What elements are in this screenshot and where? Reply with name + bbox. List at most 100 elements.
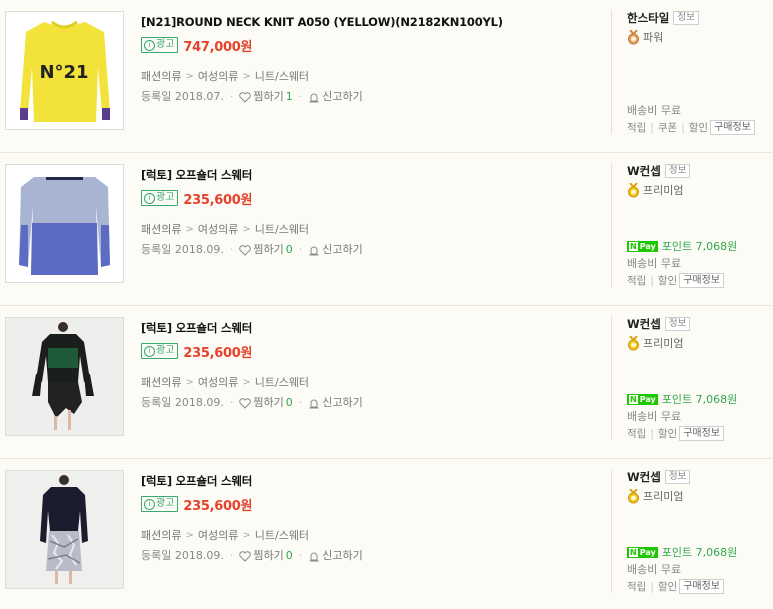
breadcrumb: 패션의류 > 여성의류 > 니트/스웨터 xyxy=(141,222,601,238)
product-meta: 등록일 2018.09. · 찜하기 0 · 신고하기 xyxy=(141,395,601,411)
category-link[interactable]: 여성의류 xyxy=(198,528,238,544)
benefits: 적립 | 할인 구매정보 xyxy=(627,273,725,288)
ad-badge[interactable]: i 광고 xyxy=(141,37,179,53)
separator-dot: · xyxy=(298,90,303,103)
heart-icon xyxy=(239,550,252,562)
category-link[interactable]: 니트/스웨터 xyxy=(255,69,309,85)
product-price: 235,600원 xyxy=(183,498,253,514)
breadcrumb: 패션의류 > 여성의류 > 니트/스웨터 xyxy=(141,528,601,544)
wish-button[interactable]: 찜하기 0 xyxy=(239,548,293,564)
separator-dot: · xyxy=(229,243,234,256)
seller-info-button[interactable]: 정보 xyxy=(664,164,691,178)
product-title[interactable]: [N21]ROUND NECK KNIT A050 (YELLOW)(N2182… xyxy=(141,14,601,30)
report-button[interactable]: 신고하기 xyxy=(308,242,363,258)
blue-sweater-image xyxy=(6,165,123,282)
shipping-info: 배송비 무료 xyxy=(627,104,682,117)
benefit-discount: 할인 xyxy=(688,122,709,134)
wish-button[interactable]: 찜하기 0 xyxy=(239,395,293,411)
product-info: [럭토] 오프숄더 스웨터 i 광고 235,600원 패션의류 > 여성의류 >… xyxy=(141,320,601,411)
category-link[interactable]: 니트/스웨터 xyxy=(255,375,309,391)
seller-panel: 한스타일 정보 파워 배송비 무료 적립 | 쿠폰 | 할인 구매정보 xyxy=(627,10,767,140)
seller-panel: W컨셉 정보 프리미엄 N Pay 포인트 7,068원 배송비 무료 적립 | … xyxy=(627,316,767,446)
shipping-info: 배송비 무료 xyxy=(627,257,682,270)
divider xyxy=(611,163,612,287)
category-link[interactable]: 여성의류 xyxy=(198,69,238,85)
product-thumbnail[interactable] xyxy=(5,470,124,589)
power-medal-icon xyxy=(628,29,639,44)
benefits: 적립 | 쿠폰 | 할인 구매정보 xyxy=(627,120,755,135)
product-thumbnail[interactable] xyxy=(5,164,124,283)
category-link[interactable]: 패션의류 xyxy=(141,375,181,391)
seller-info-button[interactable]: 정보 xyxy=(664,470,691,484)
category-link[interactable]: 여성의류 xyxy=(198,375,238,391)
product-thumbnail[interactable]: N°21 xyxy=(5,11,124,130)
category-link[interactable]: 니트/스웨터 xyxy=(255,222,309,238)
benefit-point: 적립 xyxy=(627,275,647,287)
npay-points: N Pay 포인트 7,068원 xyxy=(627,391,737,407)
category-link[interactable]: 패션의류 xyxy=(141,222,181,238)
siren-icon xyxy=(309,399,319,408)
product-title[interactable]: [럭토] 오프숄더 스웨터 xyxy=(141,167,601,183)
report-button[interactable]: 신고하기 xyxy=(308,548,363,564)
seller-info-button[interactable]: 정보 xyxy=(673,11,699,25)
product-price: 747,000원 xyxy=(183,39,253,55)
heart-icon xyxy=(239,91,252,103)
ad-badge[interactable]: i 광고 xyxy=(141,190,179,206)
report-button[interactable]: 신고하기 xyxy=(308,89,363,105)
seller-name[interactable]: W컨셉 xyxy=(627,469,661,485)
ad-badge[interactable]: i 광고 xyxy=(141,496,179,512)
purchase-info-button[interactable]: 구매정보 xyxy=(679,426,725,441)
seller-info-button[interactable]: 정보 xyxy=(664,317,691,331)
product-title[interactable]: [럭토] 오프숄더 스웨터 xyxy=(141,320,601,336)
benefits: 적립 | 할인 구매정보 xyxy=(627,426,725,441)
ad-badge[interactable]: i 광고 xyxy=(141,343,179,359)
separator-dot: · xyxy=(298,396,303,409)
product-item: N°21 [N21]ROUND NECK KNIT A050 (YELLOW)(… xyxy=(0,0,773,153)
registration-date: 등록일 2018.09. xyxy=(141,243,224,256)
category-link[interactable]: 패션의류 xyxy=(141,69,181,85)
seller-panel: W컨셉 정보 프리미엄 N Pay 포인트 7,068원 배송비 무료 적립 | … xyxy=(627,163,767,293)
info-icon: i xyxy=(144,498,155,510)
separator-dot: · xyxy=(229,90,234,103)
wish-button[interactable]: 찜하기 1 xyxy=(239,89,293,105)
seller-name[interactable]: W컨셉 xyxy=(627,316,661,332)
report-button[interactable]: 신고하기 xyxy=(308,395,363,411)
product-list: N°21 [N21]ROUND NECK KNIT A050 (YELLOW)(… xyxy=(0,0,773,609)
category-link[interactable]: 여성의류 xyxy=(198,222,238,238)
product-meta: 등록일 2018.07. · 찜하기 1 · 신고하기 xyxy=(141,89,601,105)
chevron-right-icon: > xyxy=(185,377,194,388)
npay-points: N Pay 포인트 7,068원 xyxy=(627,544,737,560)
product-title[interactable]: [럭토] 오프숄더 스웨터 xyxy=(141,473,601,489)
seller-name[interactable]: 한스타일 xyxy=(627,10,669,26)
info-icon: i xyxy=(144,345,155,357)
product-thumbnail[interactable] xyxy=(5,317,124,436)
seller-grade: 프리미엄 xyxy=(627,488,767,504)
product-info: [N21]ROUND NECK KNIT A050 (YELLOW)(N2182… xyxy=(141,14,601,105)
wish-button[interactable]: 찜하기 0 xyxy=(239,242,293,258)
product-item: [럭토] 오프숄더 스웨터 i 광고 235,600원 패션의류 > 여성의류 >… xyxy=(0,306,773,459)
product-price: 235,600원 xyxy=(183,345,253,361)
seller-name[interactable]: W컨셉 xyxy=(627,163,661,179)
chevron-right-icon: > xyxy=(185,530,194,541)
purchase-info-button[interactable]: 구매정보 xyxy=(679,273,725,288)
purchase-info-button[interactable]: 구매정보 xyxy=(679,579,725,594)
chevron-right-icon: > xyxy=(242,377,251,388)
breadcrumb: 패션의류 > 여성의류 > 니트/스웨터 xyxy=(141,69,601,85)
seller-panel: W컨셉 정보 프리미엄 N Pay 포인트 7,068원 배송비 무료 적립 | … xyxy=(627,469,767,599)
category-link[interactable]: 패션의류 xyxy=(141,528,181,544)
heart-icon xyxy=(239,397,252,409)
chevron-right-icon: > xyxy=(242,224,251,235)
yellow-sweater-image: N°21 xyxy=(6,12,123,129)
registration-date: 등록일 2018.09. xyxy=(141,396,224,409)
purchase-info-button[interactable]: 구매정보 xyxy=(710,120,755,135)
chevron-right-icon: > xyxy=(185,71,194,82)
separator-dot: · xyxy=(229,549,234,562)
category-link[interactable]: 니트/스웨터 xyxy=(255,528,309,544)
siren-icon xyxy=(309,93,319,102)
registration-date: 등록일 2018.09. xyxy=(141,549,224,562)
premium-medal-icon xyxy=(628,335,639,350)
registration-date: 등록일 2018.07. xyxy=(141,90,224,103)
wish-count: 0 xyxy=(285,549,293,562)
divider xyxy=(611,469,612,593)
heart-icon xyxy=(239,244,252,256)
